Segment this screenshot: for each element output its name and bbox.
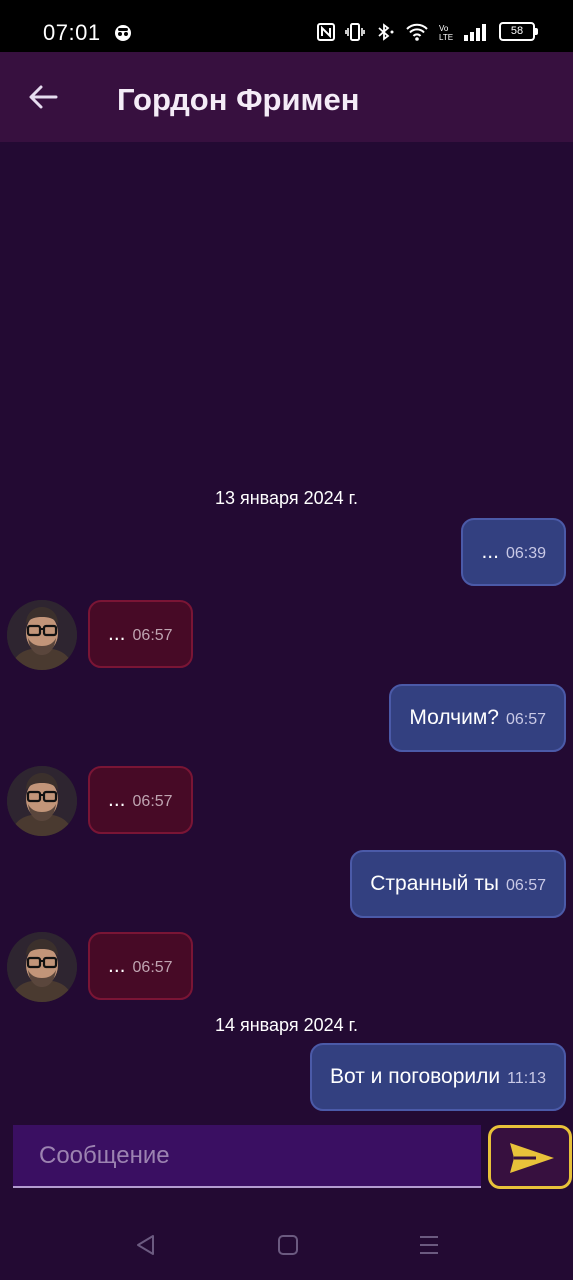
incoming-message[interactable]: ... 06:57 <box>88 932 193 1000</box>
message-time: 11:13 <box>507 1070 546 1087</box>
svg-text:Vo: Vo <box>439 24 449 33</box>
message-text: ... <box>108 954 126 977</box>
outgoing-message[interactable]: Молчим? 06:57 <box>389 684 566 752</box>
signal-icon <box>464 23 486 41</box>
message-text: ... <box>108 622 126 645</box>
message-time: 06:57 <box>505 877 546 894</box>
status-bar: 07:01 Vo LTE 58 <box>0 0 573 52</box>
avatar[interactable] <box>7 766 77 836</box>
contact-avatar-image <box>7 600 77 670</box>
triangle-back-icon[interactable] <box>134 1233 158 1257</box>
message-composer <box>13 1125 481 1188</box>
outgoing-message[interactable]: ... 06:39 <box>461 518 566 586</box>
message-text: Вот и поговорили <box>329 1065 501 1088</box>
arrow-left-icon[interactable] <box>26 82 62 112</box>
avatar[interactable] <box>7 600 77 670</box>
vibrate-icon <box>345 22 365 41</box>
nfc-icon <box>317 22 335 41</box>
bluetooth-icon <box>378 22 394 41</box>
contact-avatar-image <box>7 932 77 1002</box>
status-icons: Vo LTE 58 <box>317 22 538 41</box>
volte-icon: Vo LTE <box>439 24 453 41</box>
battery-indicator: 58 <box>499 22 538 41</box>
send-icon <box>510 1143 554 1173</box>
message-text: ... <box>481 540 499 563</box>
message-input[interactable] <box>13 1125 481 1186</box>
contact-avatar-image <box>7 766 77 836</box>
message-time: 06:57 <box>132 627 173 644</box>
message-time: 06:57 <box>132 793 173 810</box>
avatar[interactable] <box>7 932 77 1002</box>
message-text: Молчим? <box>409 706 499 729</box>
svg-text:LTE: LTE <box>439 33 453 41</box>
outgoing-message[interactable]: Вот и поговорили 11:13 <box>309 1043 566 1111</box>
incoming-message[interactable]: ... 06:57 <box>88 600 193 668</box>
date-separator: 13 января 2024 г. <box>214 488 359 508</box>
chat-app-bar: Гордон Фримен <box>0 52 573 142</box>
message-text: ... <box>108 788 126 811</box>
status-time: 07:01 <box>43 20 101 45</box>
app-notification-icon <box>115 25 131 41</box>
send-button[interactable] <box>488 1125 572 1189</box>
system-nav-bar <box>0 1209 573 1280</box>
message-time: 06:57 <box>132 959 173 976</box>
menu-lines-icon[interactable] <box>417 1233 441 1257</box>
date-separator: 14 января 2024 г. <box>214 1015 359 1035</box>
message-time: 06:39 <box>505 545 546 562</box>
chat-title: Гордон Фримен <box>117 82 360 117</box>
message-text: Странный ты <box>370 872 499 895</box>
square-home-icon[interactable] <box>276 1233 300 1257</box>
message-time: 06:57 <box>505 711 546 728</box>
wifi-icon <box>406 23 428 41</box>
outgoing-message[interactable]: Странный ты 06:57 <box>350 850 566 918</box>
incoming-message[interactable]: ... 06:57 <box>88 766 193 834</box>
